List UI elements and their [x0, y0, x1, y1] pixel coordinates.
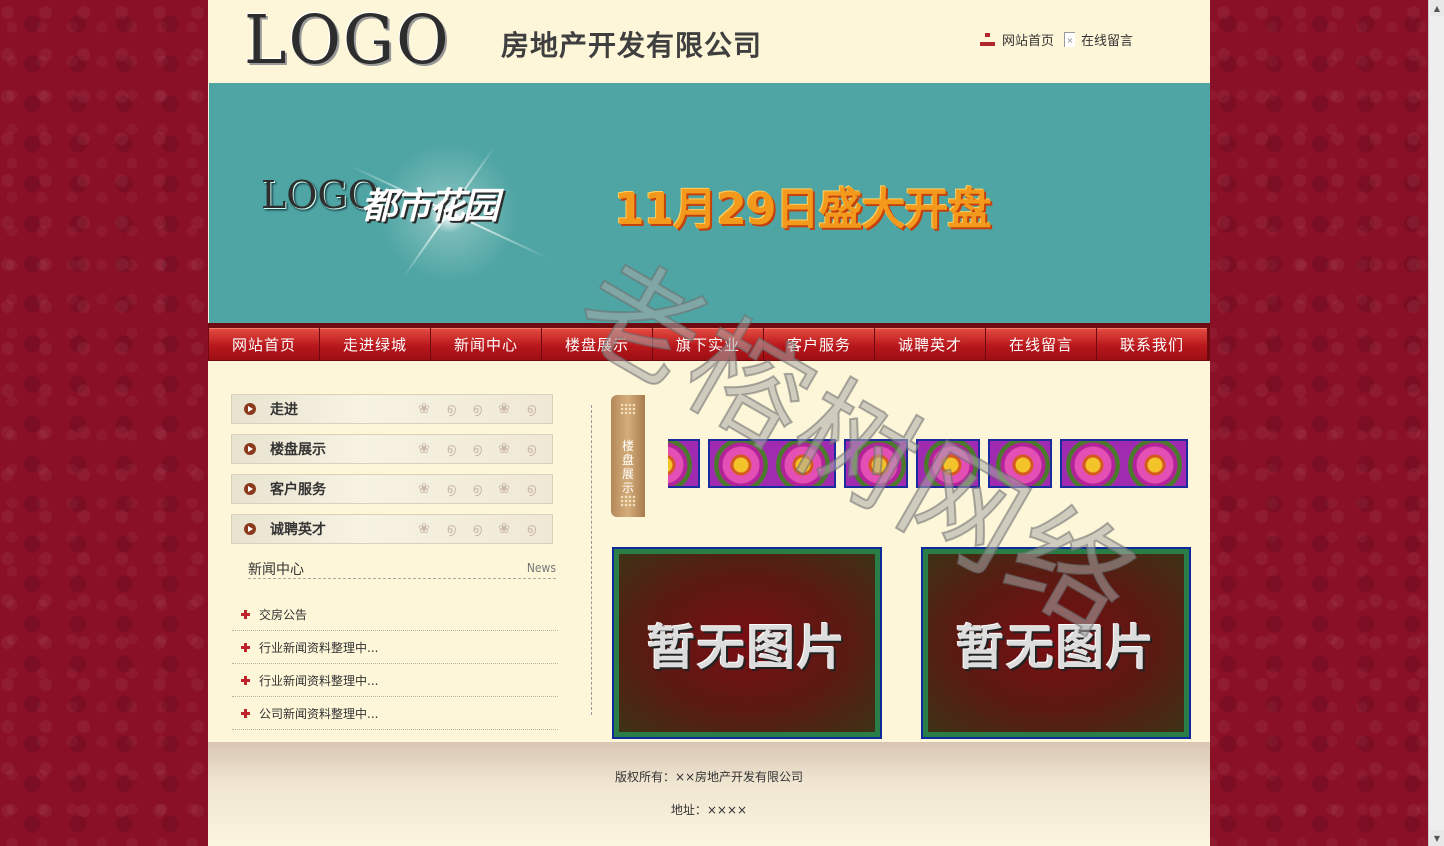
- nav-home[interactable]: 网站首页: [209, 328, 319, 360]
- arrow-right-icon: [244, 523, 256, 535]
- no-image-placeholder[interactable]: 暂无图片: [612, 547, 882, 739]
- cross-bullet-icon: [241, 708, 250, 718]
- scroll-up-icon[interactable]: ▲: [1430, 0, 1444, 16]
- floral-ornament-icon: ❀ ൭ ൭ ❀ ൭: [418, 441, 542, 457]
- vertical-scrollbar[interactable]: ▲ ▼: [1428, 0, 1444, 846]
- sidebar-button-label: 诚聘英才: [270, 522, 326, 538]
- news-item-title: 行业新闻资料整理中...: [259, 673, 379, 688]
- property-thumbnail[interactable]: [844, 439, 908, 488]
- nav-contact[interactable]: 联系我们: [1097, 328, 1207, 360]
- sitemap-icon: [980, 32, 996, 47]
- cross-bullet-icon: [241, 642, 250, 652]
- floral-ornament-icon: ❀ ൭ ൭ ❀ ൭: [418, 521, 542, 537]
- nav-message[interactable]: 在线留言: [986, 328, 1096, 360]
- news-item-title: 公司新闻资料整理中...: [259, 706, 379, 721]
- property-thumbnail[interactable]: [916, 439, 980, 488]
- cross-bullet-icon: [241, 675, 250, 685]
- dots-ornament-icon: [620, 403, 636, 415]
- site-logo[interactable]: LOGO: [244, 2, 451, 80]
- showcase-tab: 楼盘展示: [611, 395, 645, 517]
- column-divider: [591, 405, 592, 715]
- property-thumbnail[interactable]: [988, 439, 1052, 488]
- news-item-title: 交房公告: [259, 607, 308, 622]
- sidebar-button-label: 客户服务: [270, 482, 326, 498]
- footer: 版权所有：××房地产开发有限公司 地址：××××: [208, 742, 1210, 846]
- banner-headline: 11月29日盛大开盘: [614, 184, 991, 235]
- news-section-header: 新闻中心 News: [248, 556, 556, 579]
- arrow-right-icon: [244, 403, 256, 415]
- sidebar-button-about[interactable]: 走进 ❀ ൭ ൭ ❀ ൭: [231, 394, 553, 424]
- property-thumbnail[interactable]: [1060, 439, 1188, 488]
- sidebar-button-label: 走进: [270, 402, 298, 418]
- arrow-right-icon: [244, 443, 256, 455]
- top-link-message[interactable]: 在线留言: [1081, 30, 1133, 49]
- nav-careers[interactable]: 诚聘英才: [875, 328, 985, 360]
- floral-ornament-icon: ❀ ൭ ൭ ❀ ൭: [418, 481, 542, 497]
- arrow-right-icon: [244, 483, 256, 495]
- nav-properties[interactable]: 楼盘展示: [542, 328, 652, 360]
- news-item[interactable]: 行业新闻资料整理中...: [232, 664, 558, 697]
- banner: LOGO 都市花园 11月29日盛大开盘: [209, 83, 1210, 323]
- nav-news[interactable]: 新闻中心: [431, 328, 541, 360]
- property-thumbnail[interactable]: [708, 439, 836, 488]
- no-image-text: 暂无图片: [646, 620, 847, 676]
- news-item-title: 行业新闻资料整理中...: [259, 640, 379, 655]
- top-link-home[interactable]: 网站首页: [1002, 30, 1054, 49]
- sidebar-button-service[interactable]: 客户服务 ❀ ൭ ൭ ❀ ൭: [231, 474, 553, 504]
- news-item[interactable]: 交房公告: [232, 598, 558, 631]
- banner-brand: 都市花园: [361, 186, 499, 227]
- footer-address: 地址：××××: [670, 803, 748, 817]
- broken-image-icon: ×: [1064, 32, 1076, 47]
- header: LOGO 房地产开发有限公司 网站首页 × 在线留言: [208, 0, 1210, 83]
- main-nav: 网站首页 走进绿城 新闻中心 楼盘展示 旗下实业 客户服务 诚聘英才 在线留言 …: [208, 323, 1210, 361]
- sidebar-button-properties[interactable]: 楼盘展示 ❀ ൭ ൭ ❀ ൭: [231, 434, 553, 464]
- news-section-title: 新闻中心: [248, 562, 304, 578]
- showcase-tab-label: 楼盘展示: [621, 439, 634, 495]
- scroll-down-icon[interactable]: ▼: [1430, 830, 1444, 846]
- no-image-placeholder[interactable]: 暂无图片: [921, 547, 1191, 739]
- footer-copyright: 版权所有：××房地产开发有限公司: [614, 770, 804, 784]
- company-name: 房地产开发有限公司: [501, 29, 763, 62]
- nav-about[interactable]: 走进绿城: [320, 328, 430, 360]
- nav-service[interactable]: 客户服务: [764, 328, 874, 360]
- dots-ornament-icon: [620, 495, 636, 507]
- property-thumbnail[interactable]: [668, 439, 700, 488]
- news-section-title-en: News: [526, 561, 556, 575]
- floral-ornament-icon: ❀ ൭ ൭ ❀ ൭: [418, 401, 542, 417]
- top-links: 网站首页 × 在线留言: [980, 30, 1133, 49]
- property-thumbnail-strip: [668, 439, 1188, 488]
- cross-bullet-icon: [241, 609, 250, 619]
- sidebar-button-careers[interactable]: 诚聘英才 ❀ ൭ ൭ ❀ ൭: [231, 514, 553, 544]
- news-item[interactable]: 行业新闻资料整理中...: [232, 631, 558, 664]
- no-image-text: 暂无图片: [955, 620, 1156, 676]
- news-item[interactable]: 公司新闻资料整理中...: [232, 697, 558, 730]
- nav-subsidiaries[interactable]: 旗下实业: [653, 328, 763, 360]
- page-container: LOGO 房地产开发有限公司 网站首页 × 在线留言 LOGO 都市花园 11月…: [208, 0, 1210, 846]
- sidebar-button-label: 楼盘展示: [270, 442, 326, 458]
